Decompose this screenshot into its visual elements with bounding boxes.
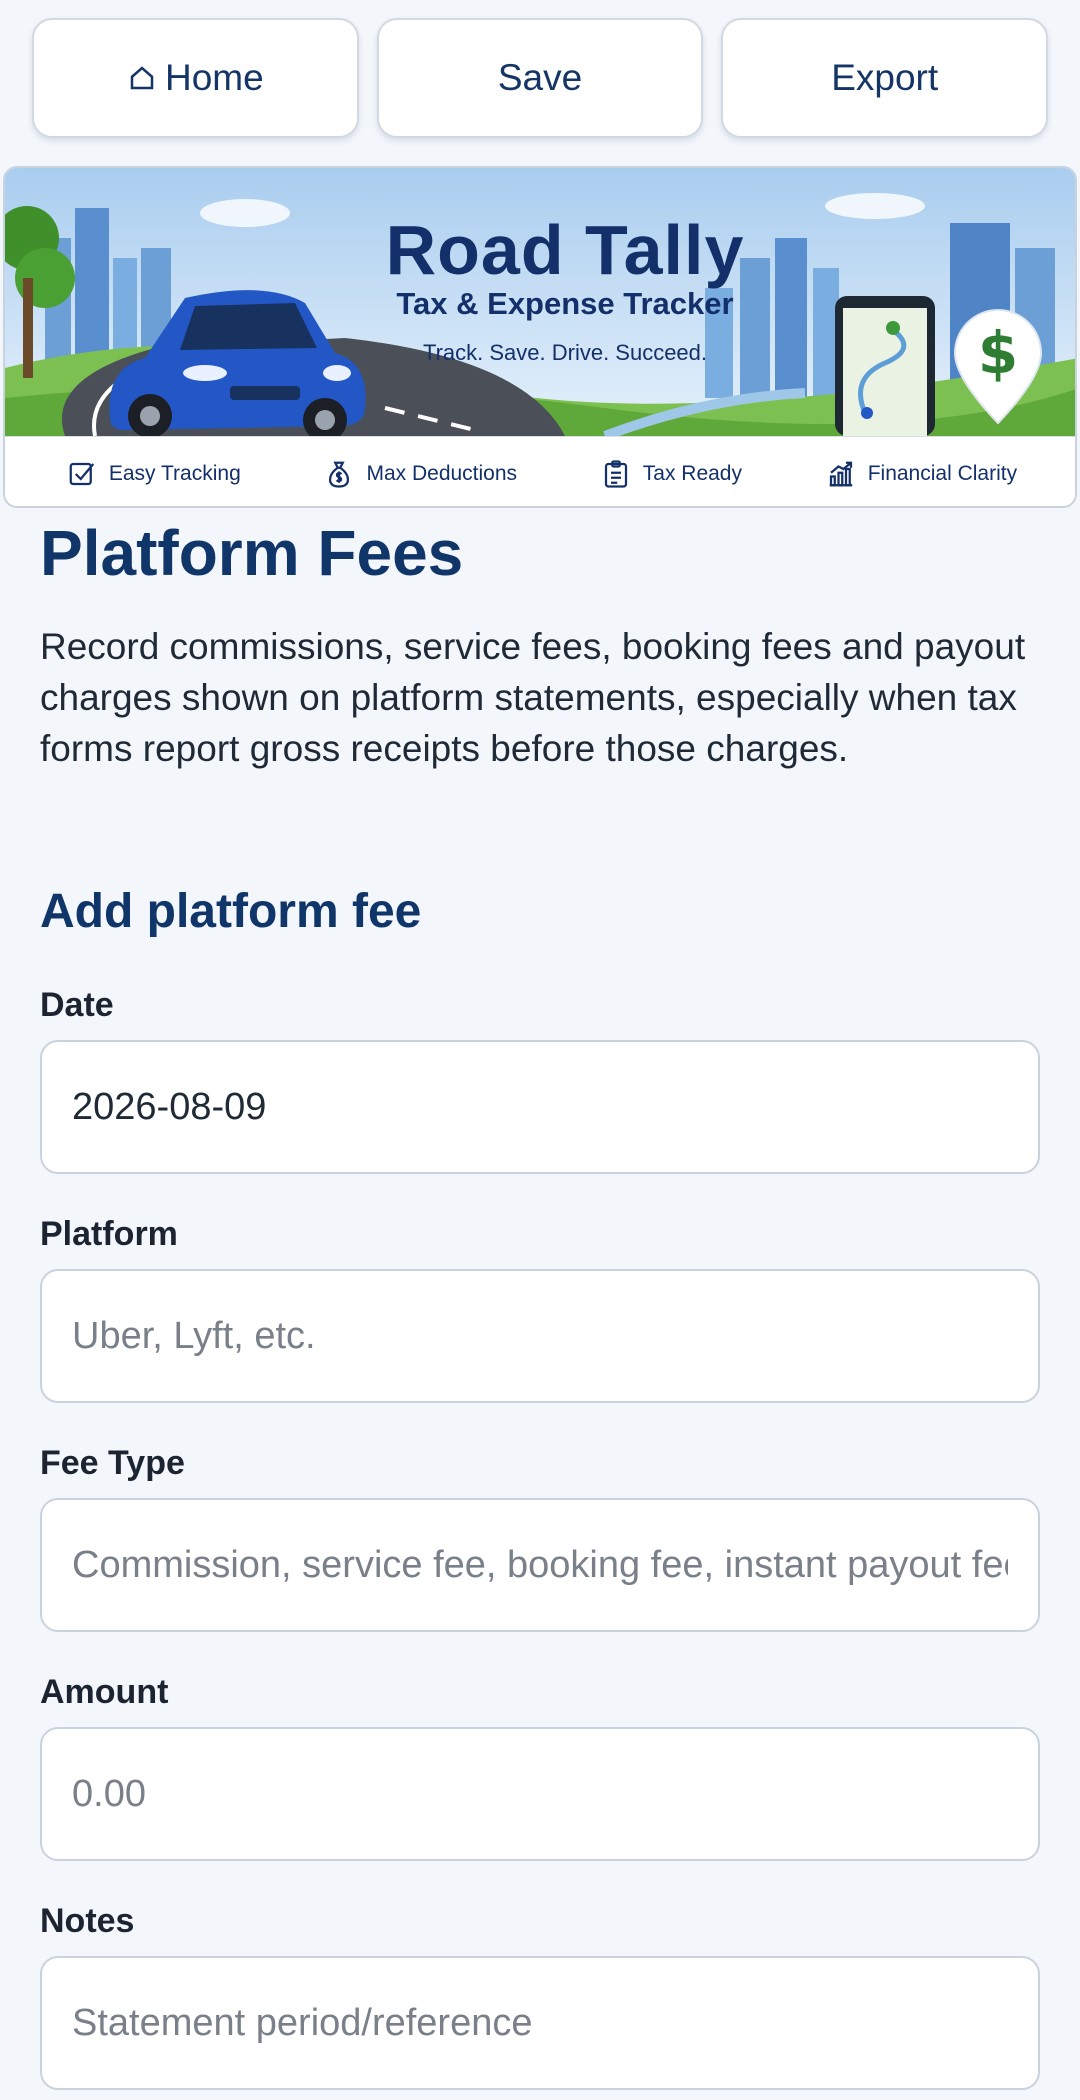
home-button[interactable]: Home [32,18,359,138]
home-icon [130,66,154,90]
feature-label: Easy Tracking [108,461,241,485]
banner-subtitle: Tax & Expense Tracker [396,286,734,321]
top-nav: Home Save Export [32,18,1049,140]
feature-easy-tracking: Easy Tracking [67,459,241,489]
date-field[interactable] [40,1040,1040,1174]
notes-field[interactable] [40,1956,1040,2090]
feature-label: Tax Ready [642,461,742,485]
page-description: Record commissions, service fees, bookin… [40,626,1026,769]
page-title: Platform Fees [40,517,464,589]
feature-label: Max Deductions [366,461,518,485]
export-button-label: Export [831,57,939,98]
feature-tax-ready: Tax Ready [601,459,742,489]
home-button-label: Home [164,57,264,98]
date-label: Date [40,986,114,1024]
feature-max-deductions: Max Deductions [324,459,517,489]
save-button[interactable]: Save [376,18,704,138]
fee-type-label: Fee Type [40,1444,185,1482]
app-banner: $ Road Tally Tax & Expense Tracker Track… [3,166,1077,508]
notes-label: Notes [40,1902,135,1940]
export-button[interactable]: Export [721,18,1049,138]
growth-chart-icon [829,461,852,486]
amount-label: Amount [40,1673,169,1711]
form-section-title: Add platform fee [40,885,422,938]
banner-title: Road Tally [385,211,745,289]
money-bag-icon [329,461,350,488]
feature-label: Financial Clarity [867,461,1018,485]
clipboard-icon [604,459,627,488]
platform-label: Platform [40,1215,178,1253]
save-button-label: Save [497,57,583,98]
platform-field[interactable] [40,1269,1040,1403]
banner-features: Easy Tracking Max Deductions Tax Ready F… [5,436,1075,506]
fee-type-field[interactable] [40,1498,1040,1632]
banner-tagline: Track. Save. Drive. Succeed. [422,340,708,365]
svg-text:$: $ [978,319,1018,387]
checkbox-icon [69,462,94,485]
amount-field[interactable] [40,1727,1040,1861]
feature-financial-clarity: Financial Clarity [826,459,1017,489]
